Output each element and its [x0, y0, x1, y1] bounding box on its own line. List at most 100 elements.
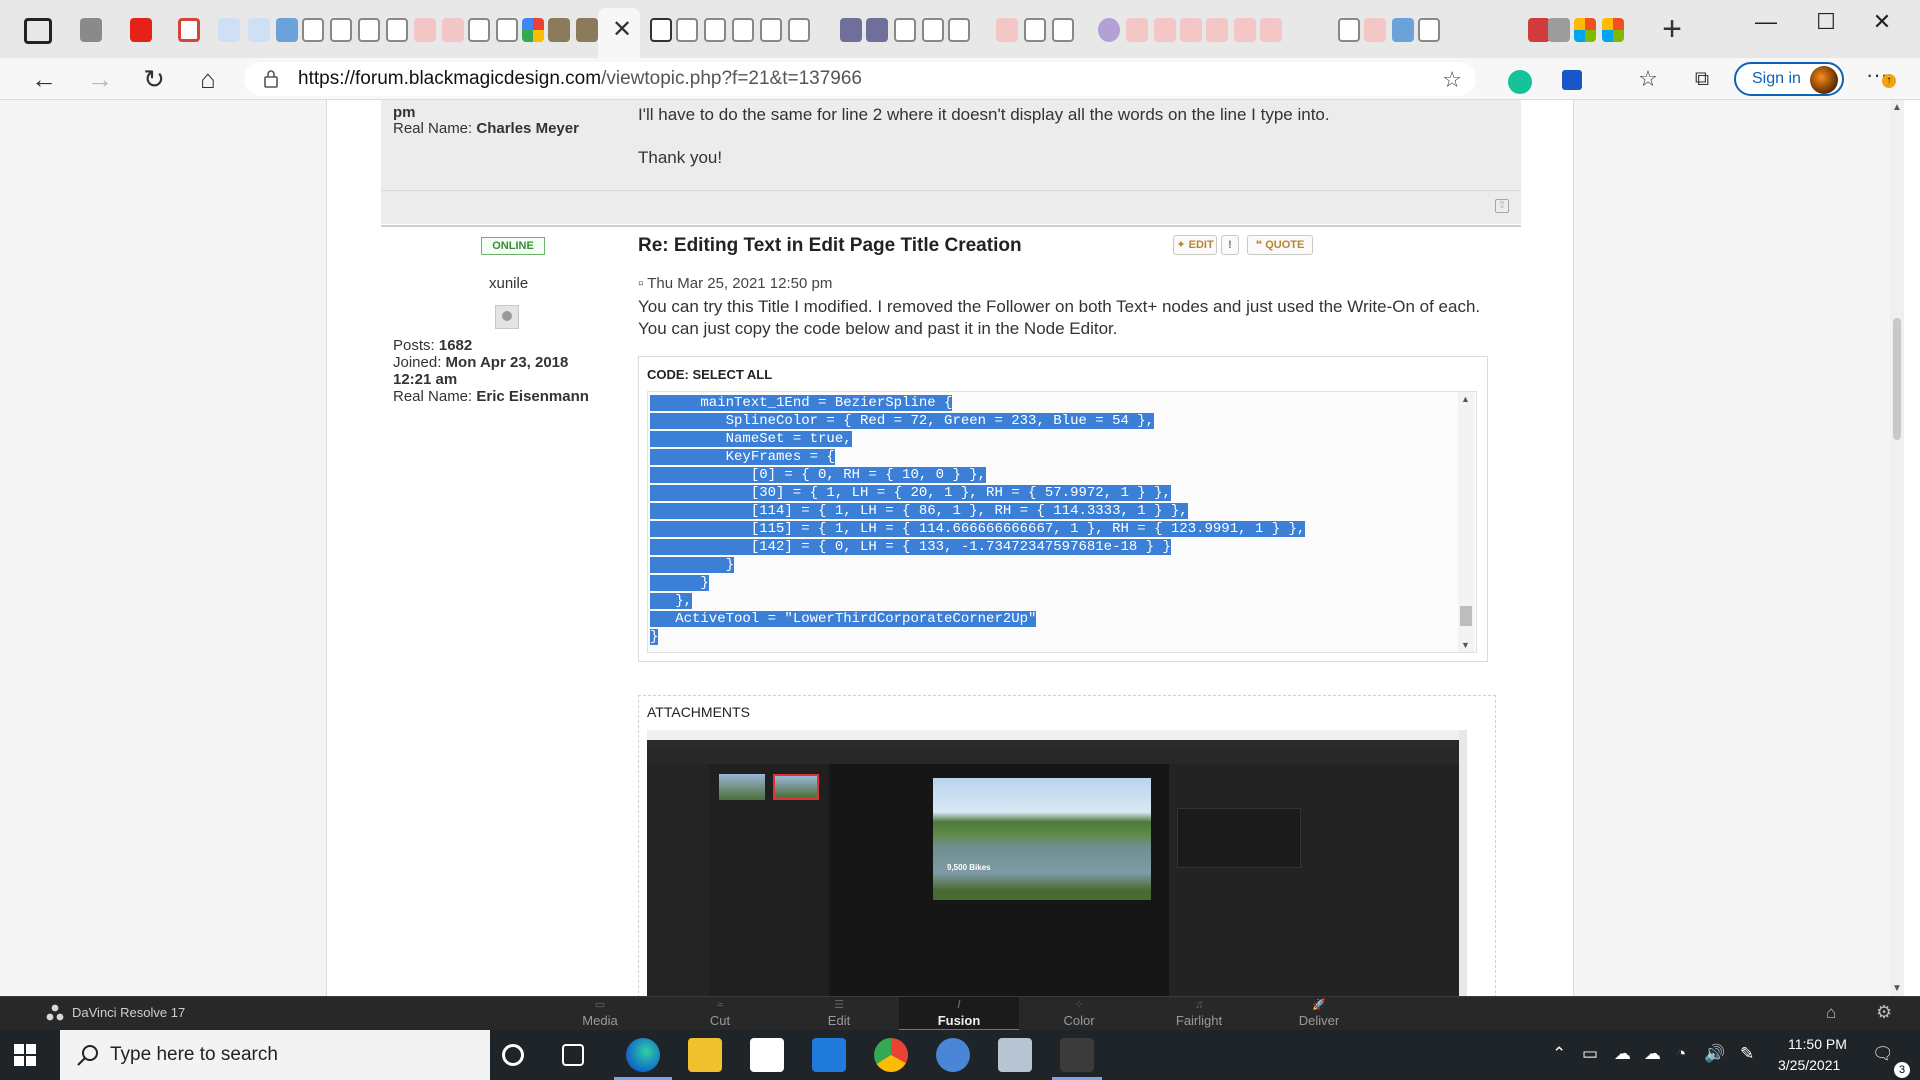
tab-favicon-pdf[interactable]	[1126, 18, 1148, 42]
tab-favicon-doc[interactable]	[302, 18, 324, 42]
onedrive-icon[interactable]: ☁	[1644, 1044, 1661, 1064]
wifi-icon[interactable]: ◔	[1676, 1044, 1686, 1064]
cortana-icon[interactable]	[502, 1044, 524, 1066]
tab-favicon-doc[interactable]	[1418, 18, 1440, 42]
tab-favicon-image[interactable]	[548, 18, 570, 42]
quickbooks-icon[interactable]	[936, 1038, 970, 1072]
tab-favicon-arrows[interactable]	[866, 18, 888, 42]
tab-favicon-ipt[interactable]	[80, 18, 102, 42]
clock-time[interactable]: 11:50 PM	[1788, 1036, 1847, 1052]
tab-favicon-doc[interactable]	[358, 18, 380, 42]
address-bar[interactable]: https://forum.blackmagicdesign.com/viewt…	[244, 62, 1476, 96]
store-icon[interactable]	[750, 1038, 784, 1072]
tab-favicon-pdf[interactable]	[1206, 18, 1228, 42]
tab-favicon-news[interactable]	[1528, 18, 1550, 42]
taskbar-search-box[interactable]: Type here to search	[60, 1030, 490, 1080]
tab-favicon-doc[interactable]	[760, 18, 782, 42]
tab-favicon-cloud[interactable]	[276, 18, 298, 42]
refresh-icon[interactable]: ↻	[134, 62, 174, 96]
tab-actions-icon[interactable]	[24, 18, 52, 44]
tab-favicon-doc[interactable]	[788, 18, 810, 42]
davinci-resolve-taskbar-icon[interactable]	[1060, 1038, 1094, 1072]
tab-favicon-peace[interactable]	[1098, 18, 1120, 42]
page-scrollbar[interactable]: ▲ ▼	[1890, 100, 1904, 996]
sign-in-button[interactable]: Sign in	[1734, 62, 1844, 96]
resolve-tab-color[interactable]: ⁘ Color	[1019, 997, 1139, 1031]
tab-favicon-bing[interactable]	[218, 18, 240, 42]
quote-button[interactable]: ❝ QUOTE	[1247, 235, 1313, 255]
tab-favicon-doc[interactable]	[496, 18, 518, 42]
tab-favicon-grid[interactable]	[1548, 18, 1570, 42]
lock-icon[interactable]	[264, 70, 278, 88]
home-icon[interactable]: ⌂	[188, 62, 228, 96]
report-icon[interactable]: !	[1221, 235, 1239, 255]
resolve-home-icon[interactable]: ⌂	[1826, 1003, 1836, 1023]
forward-icon[interactable]: →	[80, 62, 120, 96]
code-select-all[interactable]: CODE: SELECT ALL	[647, 367, 772, 382]
photo-app-icon[interactable]	[998, 1038, 1032, 1072]
new-tab-icon[interactable]: +	[1656, 12, 1688, 46]
chrome-icon[interactable]	[874, 1038, 908, 1072]
resolve-tab-fairlight[interactable]: ♫ Fairlight	[1139, 997, 1259, 1031]
tab-favicon-doc[interactable]	[1052, 18, 1074, 42]
post-author[interactable]: xunile	[489, 275, 528, 292]
back-icon[interactable]: ←	[24, 62, 64, 96]
tab-favicon-u[interactable]	[414, 18, 436, 42]
tab-favicon-pdf[interactable]	[996, 18, 1018, 42]
favorites-icon[interactable]: ☆	[1628, 62, 1668, 96]
tab-favicon-bing[interactable]	[248, 18, 270, 42]
edit-button[interactable]: ✦ EDIT	[1173, 235, 1217, 255]
show-hidden-icons-icon[interactable]: ⌃	[1552, 1044, 1566, 1064]
tab-favicon-doc[interactable]	[948, 18, 970, 42]
tab-favicon-cloud[interactable]	[1392, 18, 1414, 42]
mail-icon[interactable]	[812, 1038, 846, 1072]
tab-favicon-doc[interactable]	[1338, 18, 1360, 42]
tab-favicon-office[interactable]	[1602, 18, 1624, 42]
tab-favicon-doc[interactable]	[894, 18, 916, 42]
post-title[interactable]: Re: Editing Text in Edit Page Title Crea…	[638, 235, 1022, 257]
edge-browser-icon[interactable]	[626, 1038, 660, 1072]
task-view-icon[interactable]	[562, 1044, 584, 1066]
tab-favicon-arrows[interactable]	[840, 18, 862, 42]
tab-favicon-pdf[interactable]	[1364, 18, 1386, 42]
resolve-tab-deliver[interactable]: 🚀 Deliver	[1259, 997, 1379, 1031]
back-to-top-icon[interactable]: ⇧	[1495, 199, 1509, 213]
tab-favicon-doc[interactable]	[676, 18, 698, 42]
clock-date[interactable]: 3/25/2021	[1778, 1057, 1840, 1073]
volume-icon[interactable]: 🔊	[1704, 1044, 1725, 1064]
windows-start-icon[interactable]	[14, 1044, 36, 1066]
tab-favicon-amazon[interactable]	[650, 18, 672, 42]
add-favorite-icon[interactable]: ☆	[1442, 67, 1462, 93]
tab-favicon-photos[interactable]	[522, 18, 544, 42]
attachment-screenshot[interactable]: 9,500 Bikes	[647, 730, 1467, 996]
tab-favicon-doc[interactable]	[704, 18, 726, 42]
tab-favicon-image[interactable]	[576, 18, 598, 42]
tab-favicon-pdf[interactable]	[1234, 18, 1256, 42]
code-content[interactable]: mainText_1End = BezierSpline { SplineCol…	[647, 391, 1477, 653]
cloud-upload-icon[interactable]: ☁	[1614, 1044, 1631, 1064]
extension-arrow-icon[interactable]	[1562, 70, 1582, 90]
tab-favicon-pdf[interactable]	[1154, 18, 1176, 42]
tab-favicon-doc[interactable]	[922, 18, 944, 42]
collections-icon[interactable]: ⧉	[1682, 62, 1722, 96]
minimize-icon[interactable]: —	[1738, 6, 1794, 38]
tab-favicon-youtube[interactable]	[130, 18, 152, 42]
code-scrollbar[interactable]: ▲ ▼	[1458, 392, 1474, 652]
file-explorer-icon[interactable]	[688, 1038, 722, 1072]
tab-favicon-doc[interactable]	[1024, 18, 1046, 42]
resolve-settings-gear-icon[interactable]: ⚙	[1876, 1002, 1892, 1023]
tab-favicon-pdf[interactable]	[1260, 18, 1282, 42]
tab-favicon-doc[interactable]	[386, 18, 408, 42]
grammarly-icon[interactable]	[1508, 70, 1532, 94]
resolve-tab-fusion[interactable]: / Fusion	[899, 997, 1019, 1031]
pen-icon[interactable]: ✎	[1740, 1044, 1754, 1064]
maximize-icon[interactable]: ☐	[1798, 6, 1854, 38]
tab-favicon-u[interactable]	[442, 18, 464, 42]
post-count[interactable]: 1682	[439, 337, 472, 354]
resolve-tab-media[interactable]: ▭ Media	[540, 997, 660, 1031]
tab-favicon-doc[interactable]	[330, 18, 352, 42]
close-window-icon[interactable]: ✕	[1854, 6, 1910, 38]
resolve-tab-cut[interactable]: ≈ Cut	[660, 997, 780, 1031]
tab-favicon-doc[interactable]	[468, 18, 490, 42]
resolve-tab-edit[interactable]: ☰ Edit	[779, 997, 899, 1031]
